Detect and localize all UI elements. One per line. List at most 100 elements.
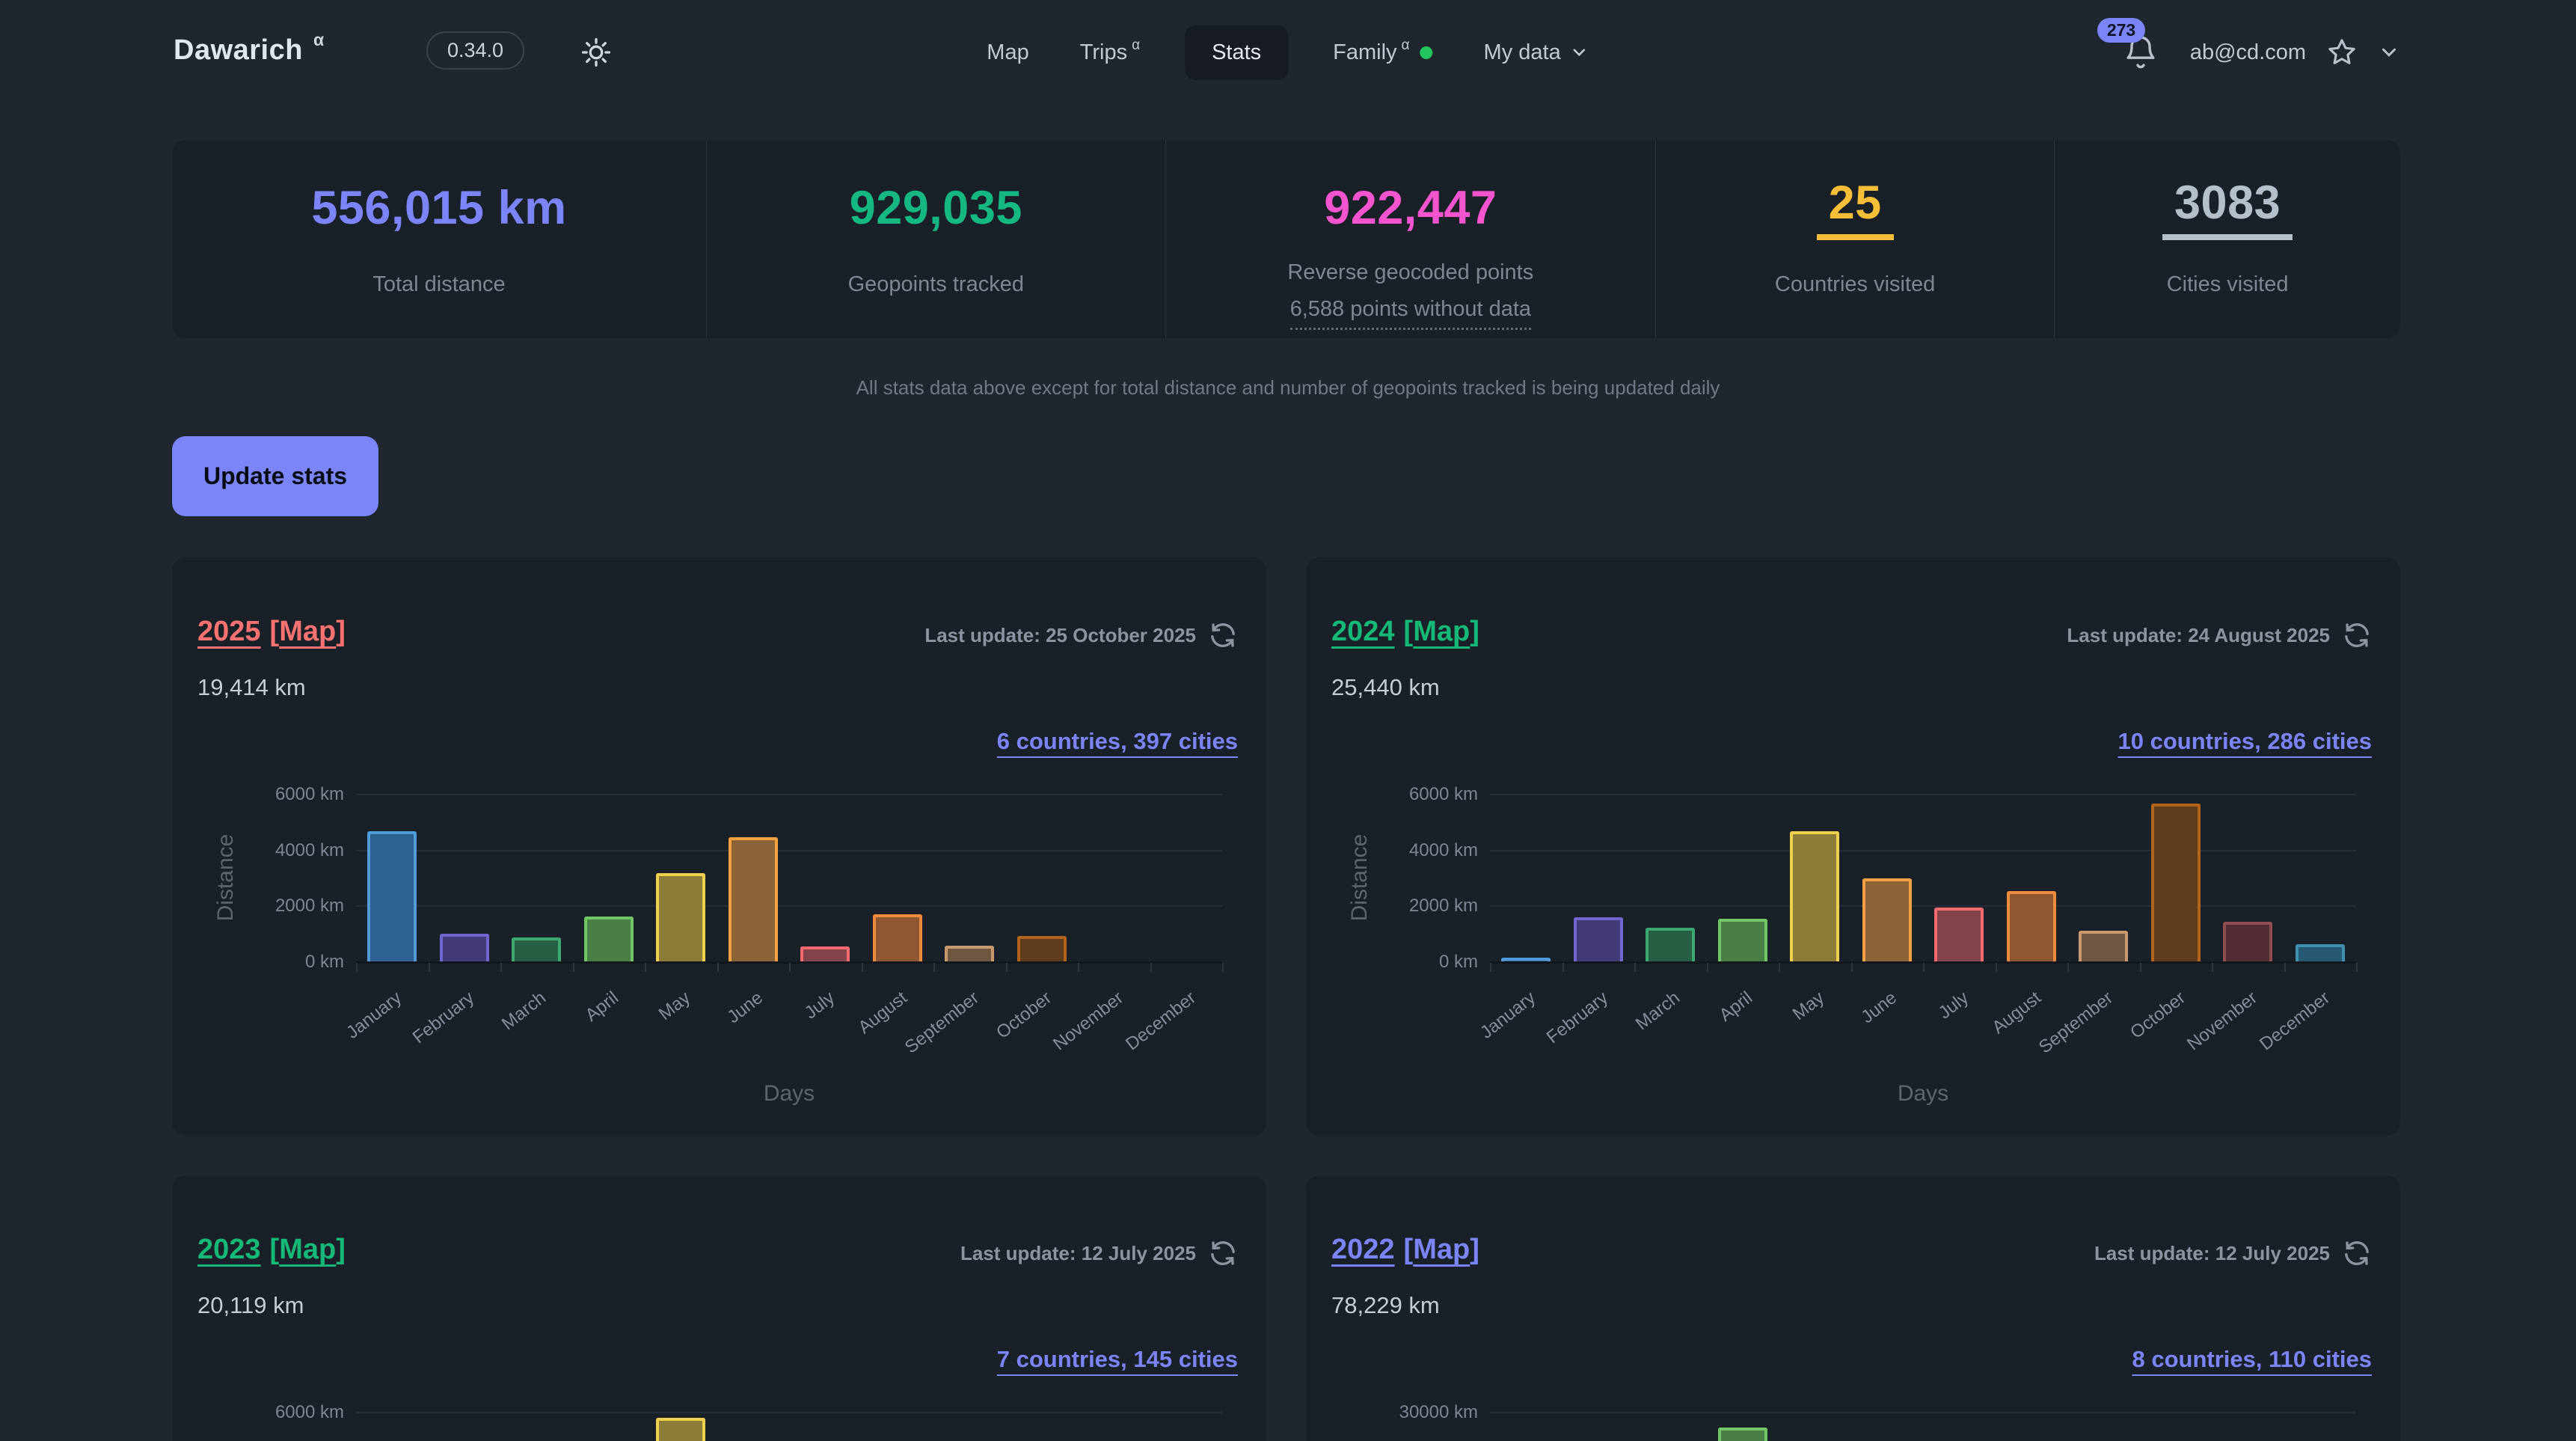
countries-cities-link[interactable]: 7 countries, 145 cities: [997, 1346, 1238, 1373]
x-tick-mark: [645, 963, 646, 972]
map-link-2022[interactable]: [Map]: [1404, 1234, 1479, 1266]
x-tick-label: May: [655, 988, 695, 1025]
year-link-2023[interactable]: 2023: [197, 1234, 261, 1266]
reverse-geocoded-label: Reverse geocoded points: [1287, 257, 1533, 290]
header-right: 273 ab@cd.com: [2123, 0, 2400, 105]
stat-geopoints: 929,035 Geopoints tracked: [707, 140, 1166, 338]
bar-February: [1574, 917, 1623, 961]
distance-bar-chart-2022: 30000 kmJanuaryFebruaryMarchAprilMayJune…: [1306, 1175, 2400, 1441]
x-tick-mark: [1707, 963, 1708, 972]
countries-cities-link[interactable]: 6 countries, 397 cities: [997, 728, 1238, 755]
countries-cities-link[interactable]: 10 countries, 286 cities: [2118, 728, 2372, 755]
account-chevron-down-icon[interactable]: [2378, 41, 2400, 64]
stat-cities-visited: 3083 Cities visited: [2055, 140, 2400, 338]
x-tick-mark: [717, 963, 719, 972]
nav-trips[interactable]: Trips α: [1074, 25, 1146, 80]
nav-stats[interactable]: Stats: [1185, 25, 1288, 80]
last-update-row: Last update: 24 August 2025: [2067, 620, 2372, 650]
user-email: ab@cd.com: [2190, 40, 2306, 65]
x-tick-label: July: [1935, 988, 1973, 1024]
x-tick-mark: [1923, 963, 1925, 972]
gridline: [356, 794, 1222, 795]
y-axis-title: Distance: [1347, 834, 1373, 922]
x-tick-label: September: [2035, 988, 2117, 1058]
map-link-label[interactable]: Map: [1413, 1234, 1470, 1265]
x-tick-label: January: [1476, 988, 1540, 1044]
favorite-star-icon[interactable]: [2325, 36, 2358, 69]
countries-visited-value: 25: [1817, 176, 1894, 240]
year-title-2024: 2024 [Map]: [1331, 616, 1479, 648]
year-card-2022: 2022 [Map] Last update: 12 July 2025 78,…: [1306, 1175, 2400, 1441]
year-link-2025[interactable]: 2025: [197, 616, 261, 648]
notifications-bell-icon[interactable]: 273: [2123, 33, 2159, 72]
x-tick-label: July: [801, 988, 839, 1024]
map-link-label[interactable]: Map: [279, 1234, 336, 1265]
family-online-dot: [1420, 46, 1433, 59]
last-update-row: Last update: 25 October 2025: [924, 620, 1238, 650]
bar-January: [367, 831, 417, 961]
countries-cities-link[interactable]: 8 countries, 110 cities: [2132, 1346, 2372, 1373]
refresh-icon[interactable]: [2342, 620, 2372, 650]
nav-trips-label: Trips: [1080, 40, 1127, 65]
last-update-row: Last update: 12 July 2025: [2094, 1238, 2372, 1268]
nav-family[interactable]: Family α: [1327, 25, 1438, 80]
points-without-data[interactable]: 6,588 points without data: [1290, 297, 1531, 330]
bar-April: [1718, 919, 1767, 961]
y-tick-label: 0 km: [172, 952, 344, 973]
brand: Dawarich α: [174, 34, 324, 67]
x-axis-title: Days: [1898, 1081, 1948, 1107]
gridline: [356, 961, 1222, 964]
theme-toggle-sun-icon[interactable]: [580, 36, 613, 69]
bracket: [: [1404, 1234, 1414, 1265]
x-tick-mark: [933, 963, 935, 972]
nav-my-data[interactable]: My data: [1478, 25, 1595, 80]
bar-April: [1718, 1428, 1767, 1441]
y-tick-label: 4000 km: [172, 840, 344, 861]
refresh-icon[interactable]: [2342, 1238, 2372, 1268]
app-alpha-badge: α: [313, 30, 324, 50]
bar-November: [2223, 922, 2272, 961]
year-card-2025: 2025 [Map] Last update: 25 October 2025 …: [172, 557, 1266, 1136]
bar-June: [1862, 878, 1912, 961]
x-tick-label: April: [1715, 988, 1756, 1027]
x-tick-mark: [1563, 963, 1564, 972]
map-link-label[interactable]: Map: [1413, 616, 1470, 647]
update-stats-button[interactable]: Update stats: [172, 436, 378, 516]
nav-family-alpha: α: [1402, 37, 1410, 54]
y-tick-label: 4000 km: [1306, 840, 1478, 861]
stat-reverse-geocoded: 922,447 Reverse geocoded points 6,588 po…: [1166, 140, 1656, 338]
x-tick-label: October: [993, 988, 1056, 1044]
bracket: [: [270, 616, 280, 647]
nav-map[interactable]: Map: [981, 25, 1034, 80]
gridline: [1490, 1412, 2356, 1413]
x-tick-mark: [1150, 963, 1152, 972]
last-update-text: Last update: 24 August 2025: [2067, 624, 2330, 647]
x-tick-mark: [356, 963, 358, 972]
bracket: [: [270, 1234, 280, 1265]
x-tick-label: August: [1988, 988, 2045, 1038]
x-tick-mark: [573, 963, 574, 972]
x-tick-label: October: [2126, 988, 2190, 1044]
map-link-2024[interactable]: [Map]: [1404, 616, 1479, 648]
refresh-icon[interactable]: [1208, 620, 1238, 650]
gridline: [1490, 961, 2356, 964]
x-tick-mark: [1634, 963, 1636, 972]
map-link-label[interactable]: Map: [279, 616, 336, 647]
bar-January: [1501, 958, 1551, 961]
year-link-2024[interactable]: 2024: [1331, 616, 1395, 648]
app-title: Dawarich: [174, 34, 303, 67]
x-tick-label: June: [723, 988, 767, 1028]
year-distance: 25,440 km: [1331, 674, 1440, 701]
bar-March: [512, 937, 561, 961]
bracket: ]: [1470, 616, 1479, 647]
x-tick-mark: [2284, 963, 2286, 972]
x-axis-title: Days: [764, 1081, 815, 1107]
bar-September: [2079, 931, 2128, 961]
year-link-2022[interactable]: 2022: [1331, 1234, 1395, 1266]
year-title-2023: 2023 [Map]: [197, 1234, 346, 1266]
refresh-icon[interactable]: [1208, 1238, 1238, 1268]
map-link-2025[interactable]: [Map]: [270, 616, 346, 648]
y-axis-title: Distance: [213, 834, 239, 922]
x-tick-mark: [1490, 963, 1491, 972]
map-link-2023[interactable]: [Map]: [270, 1234, 346, 1266]
